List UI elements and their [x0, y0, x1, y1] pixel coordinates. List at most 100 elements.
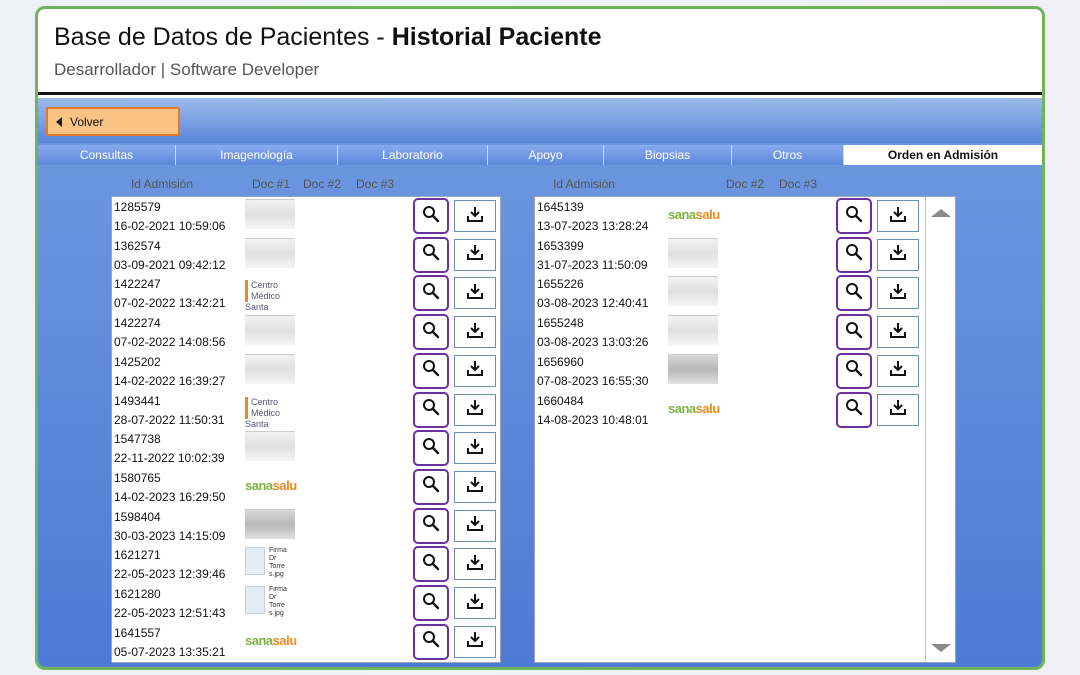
download-icon — [466, 321, 484, 344]
admission-date: 22-11-2022 10:02:39 — [114, 451, 225, 466]
left-admission-list[interactable]: 1285579 16-02-2021 10:59:06 1362574 03-09-2… — [111, 196, 501, 663]
admission-date: 03-08-2023 12:40:41 — [537, 296, 649, 311]
view-button[interactable] — [836, 198, 872, 234]
table-row[interactable]: 1655248 03-08-2023 13:03:26 — [535, 313, 955, 352]
download-button[interactable] — [877, 354, 919, 387]
table-row[interactable]: 1656960 07-08-2023 16:55:30 — [535, 352, 955, 391]
table-row[interactable]: 1422274 07-02-2022 14:08:56 — [112, 313, 500, 352]
tab-1[interactable]: Imagenología — [176, 145, 338, 165]
magnifier-icon — [422, 437, 440, 460]
document-image — [245, 199, 295, 229]
download-icon — [466, 282, 484, 305]
doc-thumbnail[interactable] — [668, 353, 720, 388]
download-button[interactable] — [454, 354, 496, 387]
table-row[interactable]: 1653399 31-07-2023 11:50:09 — [535, 236, 955, 275]
back-button[interactable]: Volver — [46, 107, 180, 136]
tab-3[interactable]: Apoyo — [488, 145, 604, 165]
table-row[interactable]: 1425202 14-02-2022 16:39:27 — [112, 352, 500, 391]
doc-thumbnail[interactable] — [245, 237, 297, 272]
download-icon — [466, 592, 484, 615]
admission-date: 30-03-2023 14:15:09 — [114, 528, 226, 543]
doc-thumbnail[interactable] — [245, 315, 297, 349]
doc-thumbnail[interactable]: sanasalud — [668, 199, 720, 233]
view-button[interactable] — [413, 236, 449, 273]
table-row[interactable]: 1547738 22-11-2022 10:02:39 — [112, 429, 500, 468]
download-button[interactable] — [454, 470, 496, 503]
download-button[interactable] — [454, 548, 496, 581]
download-button[interactable] — [877, 393, 919, 426]
admission-id: 1621280 22-05-2023 12:51:43 — [114, 587, 226, 620]
view-button[interactable] — [413, 391, 449, 428]
tab-0[interactable]: Consultas — [38, 145, 176, 165]
download-button[interactable] — [454, 277, 496, 310]
tab-4[interactable]: Biopsias — [604, 145, 732, 165]
view-button[interactable] — [413, 623, 449, 660]
view-button[interactable] — [413, 546, 449, 583]
doc-thumbnail[interactable]: sanasalud — [245, 470, 297, 504]
doc-thumbnail[interactable] — [245, 353, 297, 388]
table-row[interactable]: 1655226 03-08-2023 12:40:41 — [535, 274, 955, 313]
doc-thumbnail[interactable]: Centro MédicoSanta Catalina — [245, 393, 297, 427]
doc-thumbnail[interactable] — [245, 199, 297, 233]
table-row[interactable]: 158076514-02-2023 16:29:50 sanasalud — [112, 468, 500, 507]
doc-thumbnail[interactable]: Firma Dr Torre s.jpg — [245, 547, 297, 581]
table-row[interactable]: 1422247 07-02-2022 13:42:21 Centro Médico S… — [112, 274, 500, 313]
doc-thumbnail[interactable] — [668, 276, 720, 310]
download-button[interactable] — [877, 200, 919, 232]
table-row[interactable]: 1621271 22-05-2023 12:39:46 Firma Dr Torre s.… — [112, 545, 500, 584]
scroll-down-icon[interactable] — [931, 644, 951, 652]
download-button[interactable] — [454, 509, 496, 542]
tab-6[interactable]: Orden en Admisión — [844, 145, 1042, 165]
doc-thumbnail[interactable] — [668, 237, 720, 272]
table-row[interactable]: 1598404 30-03-2023 14:15:09 — [112, 507, 500, 546]
download-button[interactable] — [454, 587, 496, 619]
view-button[interactable] — [836, 236, 872, 273]
right-admission-list[interactable]: 164513913-07-2023 13:28:24 sanasalud 16533… — [534, 196, 956, 663]
download-icon — [889, 282, 907, 305]
admission-date: 03-08-2023 13:03:26 — [537, 335, 649, 350]
view-button[interactable] — [413, 352, 449, 389]
view-button[interactable] — [413, 585, 449, 621]
download-button[interactable] — [454, 393, 496, 426]
table-row[interactable]: 166048414-08-2023 10:48:01 sanasalud — [535, 391, 955, 430]
table-row[interactable]: 1621280 22-05-2023 12:51:43 Firma Dr Torre s.… — [112, 584, 500, 623]
view-button[interactable] — [836, 314, 872, 351]
view-button[interactable] — [836, 391, 872, 428]
view-button[interactable] — [836, 275, 872, 312]
view-button[interactable] — [836, 352, 872, 389]
magnifier-icon — [845, 359, 863, 382]
admission-id: 1547738 22-11-2022 10:02:39 — [114, 432, 225, 466]
doc-thumbnail[interactable] — [245, 431, 297, 465]
download-button[interactable] — [454, 200, 496, 232]
view-button[interactable] — [413, 430, 449, 467]
doc-thumbnail[interactable]: sanasalud — [668, 393, 720, 427]
view-button[interactable] — [413, 314, 449, 351]
view-button[interactable] — [413, 198, 449, 234]
download-icon — [466, 359, 484, 382]
view-button[interactable] — [413, 507, 449, 544]
tab-2[interactable]: Laboratorio — [338, 145, 488, 165]
doc-thumbnail[interactable]: sanasalud — [245, 625, 297, 659]
download-button[interactable] — [454, 238, 496, 271]
table-row[interactable]: 164513913-07-2023 13:28:24 sanasalud — [535, 197, 955, 236]
view-button[interactable] — [413, 468, 449, 505]
table-row[interactable]: 164155705-07-2023 13:35:21 sanasalud — [112, 623, 500, 662]
download-button[interactable] — [454, 432, 496, 465]
doc-thumbnail[interactable] — [245, 508, 297, 543]
table-row[interactable]: 1493441 28-07-2022 11:50:31 Centro Médico S… — [112, 391, 500, 430]
admission-id: 1655248 03-08-2023 13:03:26 — [537, 316, 649, 350]
admission-date: 05-07-2023 13:35:21 — [114, 644, 226, 659]
doc-thumbnail[interactable]: Centro MédicoSanta Catalina — [245, 276, 297, 310]
download-button[interactable] — [877, 316, 919, 349]
view-button[interactable] — [413, 275, 449, 312]
doc-thumbnail[interactable]: Firma Dr Torre s.jpg — [245, 586, 297, 620]
download-button[interactable] — [877, 238, 919, 271]
download-button[interactable] — [454, 316, 496, 349]
download-button[interactable] — [454, 625, 496, 658]
doc-thumbnail[interactable] — [668, 315, 720, 349]
table-row[interactable]: 1285579 16-02-2021 10:59:06 — [112, 197, 500, 236]
admission-id: 1641557 05-07-2023 13:35:21 — [114, 625, 226, 659]
download-button[interactable] — [877, 277, 919, 310]
tab-5[interactable]: Otros — [732, 145, 844, 165]
table-row[interactable]: 1362574 03-09-2021 09:42:12 — [112, 236, 500, 275]
